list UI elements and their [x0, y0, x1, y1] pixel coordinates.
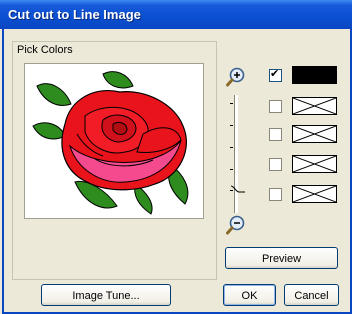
color-checkbox-5[interactable]	[269, 188, 282, 201]
cancel-button[interactable]: Cancel	[284, 284, 339, 306]
image-preview[interactable]	[24, 63, 204, 219]
color-swatch-1[interactable]	[292, 66, 337, 84]
color-checkbox-1[interactable]: ✔	[269, 68, 282, 82]
title-bar[interactable]: Cut out to Line Image	[0, 0, 352, 29]
zoom-in-icon[interactable]	[226, 67, 246, 87]
color-swatch-2-empty[interactable]	[292, 97, 337, 115]
window-title: Cut out to Line Image	[8, 7, 141, 22]
slider-thumb[interactable]	[230, 184, 246, 194]
preview-button[interactable]: Preview	[225, 247, 338, 269]
slider-tick	[230, 103, 233, 104]
zoom-slider[interactable]	[234, 95, 238, 213]
color-swatch-5-empty[interactable]	[292, 185, 337, 203]
color-swatch-3-empty[interactable]	[292, 125, 337, 143]
color-checkbox-3[interactable]	[269, 128, 282, 141]
zoom-out-icon[interactable]	[226, 215, 246, 235]
dialog-body: Pick Colors ✔ Preview Image Tune... OK C…	[2, 29, 352, 314]
color-checkbox-2[interactable]	[269, 100, 282, 113]
pick-colors-label: Pick Colors	[15, 44, 75, 56]
slider-tick	[230, 125, 233, 126]
color-checkbox-4[interactable]	[269, 158, 282, 171]
rose-image	[32, 71, 189, 215]
slider-tick	[230, 169, 233, 170]
image-tune-button[interactable]: Image Tune...	[41, 284, 171, 306]
color-swatch-4-empty[interactable]	[292, 155, 337, 173]
ok-button[interactable]: OK	[223, 284, 276, 306]
slider-tick	[230, 147, 233, 148]
